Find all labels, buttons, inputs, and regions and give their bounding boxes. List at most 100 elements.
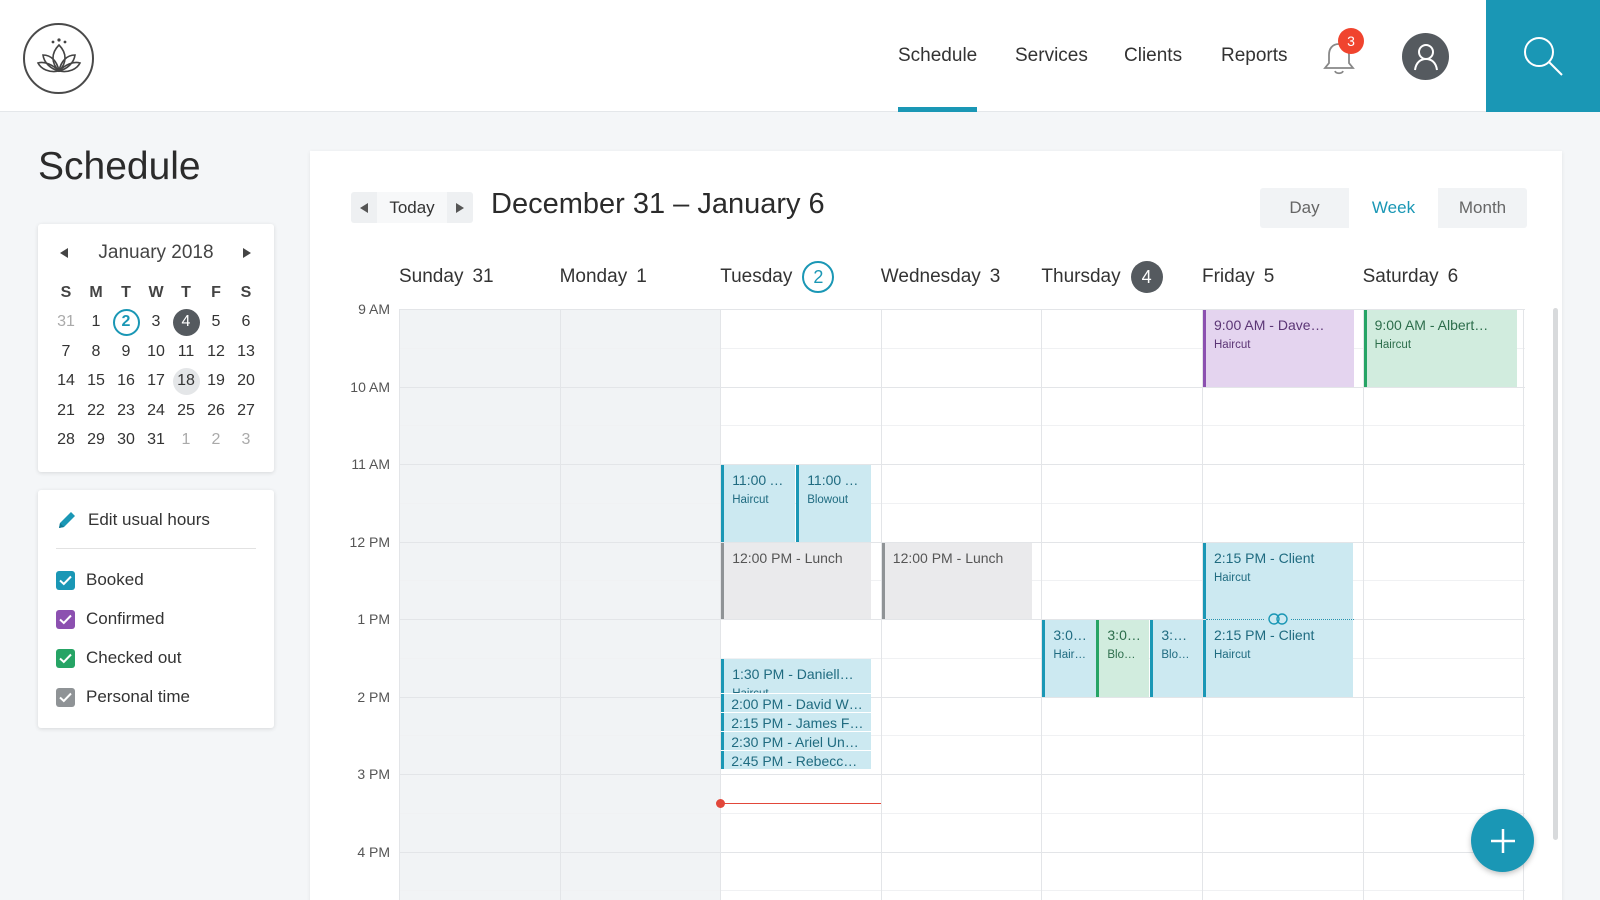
appointment-block[interactable]: 12:00 PM - Lunch <box>721 542 872 619</box>
mini-calendar-day[interactable]: 17 <box>141 367 171 397</box>
mini-calendar-day[interactable]: 30 <box>111 426 141 456</box>
page-title: Schedule <box>38 145 201 188</box>
appointment-block[interactable]: 11:00 AM Blowout <box>796 465 872 542</box>
day-header-sunday[interactable]: Sunday 31 <box>399 262 494 292</box>
nav-services[interactable]: Services <box>1015 0 1088 112</box>
appointment-time: 2:15 PM <box>1214 627 1267 643</box>
prev-week-arrow-icon[interactable] <box>351 192 377 223</box>
next-week-arrow-icon[interactable] <box>447 192 473 223</box>
appointment-block[interactable]: 2:00 PM - David Wi… <box>721 694 872 712</box>
calendar-scrollbar[interactable] <box>1553 308 1558 840</box>
filter-booked[interactable]: Booked <box>56 568 144 592</box>
mini-calendar-day[interactable]: 1 <box>81 308 111 338</box>
mini-calendar-day[interactable]: 9 <box>111 337 141 367</box>
appointment-block[interactable]: 2:30 PM - Ariel Und… <box>721 732 872 750</box>
checkbox-icon[interactable] <box>56 609 75 629</box>
mini-calendar-day[interactable]: 23 <box>111 396 141 426</box>
checkbox-icon[interactable] <box>56 570 75 590</box>
nav-schedule[interactable]: Schedule <box>898 0 978 112</box>
nav-reports[interactable]: Reports <box>1221 0 1288 112</box>
weekday-header: M <box>89 283 103 301</box>
appointment-block[interactable]: 1:30 PM - Daniell… Haircut <box>721 658 872 694</box>
day-header-friday[interactable]: Friday 5 <box>1202 262 1274 292</box>
mini-calendar-day[interactable]: 11 <box>171 337 201 367</box>
mini-calendar-day[interactable]: 3 <box>231 426 261 456</box>
next-month-arrow-icon[interactable] <box>235 238 259 268</box>
mini-calendar-day[interactable]: 21 <box>51 396 81 426</box>
mini-calendar-day[interactable]: 31 <box>51 308 81 338</box>
appointment-time: 1:30 PM <box>732 665 785 682</box>
mini-calendar-day[interactable]: 15 <box>81 367 111 397</box>
mini-calendar-day[interactable]: 6 <box>231 308 261 338</box>
mini-calendar-day[interactable]: 2 <box>111 308 141 338</box>
appointment-block[interactable]: 3:00… Blow… <box>1150 620 1203 697</box>
mini-calendar-day[interactable]: 31 <box>141 426 171 456</box>
appointment-block[interactable]: 2:15 PM - James Fa… <box>721 713 872 732</box>
hour-label: 1 PM <box>357 611 390 627</box>
appointment-block[interactable]: 9:00 AM - Dave… Haircut <box>1203 310 1354 387</box>
appointment-time: 3:00… <box>1161 627 1194 643</box>
filter-confirmed[interactable]: Confirmed <box>56 607 164 631</box>
mini-calendar-day[interactable]: 26 <box>201 396 231 426</box>
appointment-block[interactable]: 2:15 PM - Client Haircut <box>1203 620 1353 697</box>
appointment-block[interactable]: 2:45 PM - Rebecca… <box>721 750 872 769</box>
mini-calendar-day[interactable]: 24 <box>141 396 171 426</box>
search-button[interactable] <box>1486 0 1600 112</box>
day-header-wednesday[interactable]: Wednesday 3 <box>881 262 1001 292</box>
appointment-block[interactable]: 2:15 PM - Client Haircut <box>1203 542 1353 619</box>
mini-calendar-day[interactable]: 5 <box>201 308 231 338</box>
mini-calendar-day[interactable]: 13 <box>231 337 261 367</box>
day-header-thursday[interactable]: Thursday 4 <box>1041 261 1163 293</box>
appointment-block[interactable]: 9:00 AM - Albert… Haircut <box>1363 310 1517 387</box>
mini-calendar-day[interactable]: 29 <box>81 426 111 456</box>
mini-calendar-day[interactable]: 18 <box>171 367 201 397</box>
mini-calendar-day[interactable]: 10 <box>141 337 171 367</box>
pencil-icon <box>59 512 75 528</box>
mini-calendar-day[interactable]: 20 <box>231 367 261 397</box>
mini-calendar-day[interactable]: 3 <box>141 308 171 338</box>
day-header-saturday[interactable]: Saturday 6 <box>1363 262 1459 292</box>
half-hour-gridline <box>399 657 1525 659</box>
appointment-service: Haircut <box>1214 339 1251 351</box>
view-day-button[interactable]: Day <box>1260 188 1349 228</box>
mini-calendar-day[interactable]: 16 <box>111 367 141 397</box>
mini-calendar-day[interactable]: 8 <box>81 337 111 367</box>
add-appointment-button[interactable] <box>1471 809 1534 872</box>
hour-label: 9 AM <box>358 301 390 317</box>
mini-calendar-day[interactable]: 7 <box>51 337 81 367</box>
day-number: 4 <box>1130 261 1163 293</box>
hour-label: 12 PM <box>349 533 390 550</box>
appointment-time: 9:00 AM <box>1214 317 1266 333</box>
mini-calendar-day[interactable]: 14 <box>51 367 81 397</box>
mini-calendar-day[interactable]: 19 <box>201 367 231 397</box>
nav-clients[interactable]: Clients <box>1124 0 1182 112</box>
appointment-title: 12:00 PM - Lunch <box>892 549 1004 566</box>
mini-calendar-day[interactable]: 28 <box>51 426 81 456</box>
hour-gridline <box>399 464 1525 465</box>
day-header-tuesday[interactable]: Tuesday 2 <box>720 261 835 293</box>
appointment-title: 3:00… <box>1053 627 1088 643</box>
view-month-button[interactable]: Month <box>1438 188 1527 228</box>
view-week-button[interactable]: Week <box>1349 188 1438 228</box>
mini-calendar-day[interactable]: 27 <box>231 396 261 426</box>
mini-calendar-day[interactable]: 1 <box>171 426 201 456</box>
appointment-block[interactable]: 3:00… Haircut <box>1042 620 1097 697</box>
mini-calendar-day[interactable]: 4 <box>171 308 201 338</box>
checkbox-icon[interactable] <box>56 687 75 707</box>
lotus-logo[interactable] <box>23 23 94 94</box>
filter-personal-time[interactable]: Personal time <box>56 685 190 709</box>
filter-checked-out[interactable]: Checked out <box>56 646 181 670</box>
today-button[interactable]: Today <box>377 192 447 223</box>
mini-calendar-day[interactable]: 2 <box>201 426 231 456</box>
day-header-monday[interactable]: Monday 1 <box>560 262 647 292</box>
mini-calendar-day[interactable]: 25 <box>171 396 201 426</box>
mini-calendar-day[interactable]: 22 <box>81 396 111 426</box>
edit-usual-hours-link[interactable]: Edit usual hours <box>56 508 210 532</box>
checkbox-icon[interactable] <box>56 648 75 668</box>
day-number: 24 <box>147 401 165 419</box>
user-avatar[interactable] <box>1402 33 1449 80</box>
appointment-block[interactable]: 3:00… Blow… <box>1096 620 1150 697</box>
appointment-block[interactable]: 11:00 AM Haircut <box>721 465 796 542</box>
mini-calendar-day[interactable]: 12 <box>201 337 231 367</box>
appointment-block[interactable]: 12:00 PM - Lunch <box>881 542 1032 619</box>
